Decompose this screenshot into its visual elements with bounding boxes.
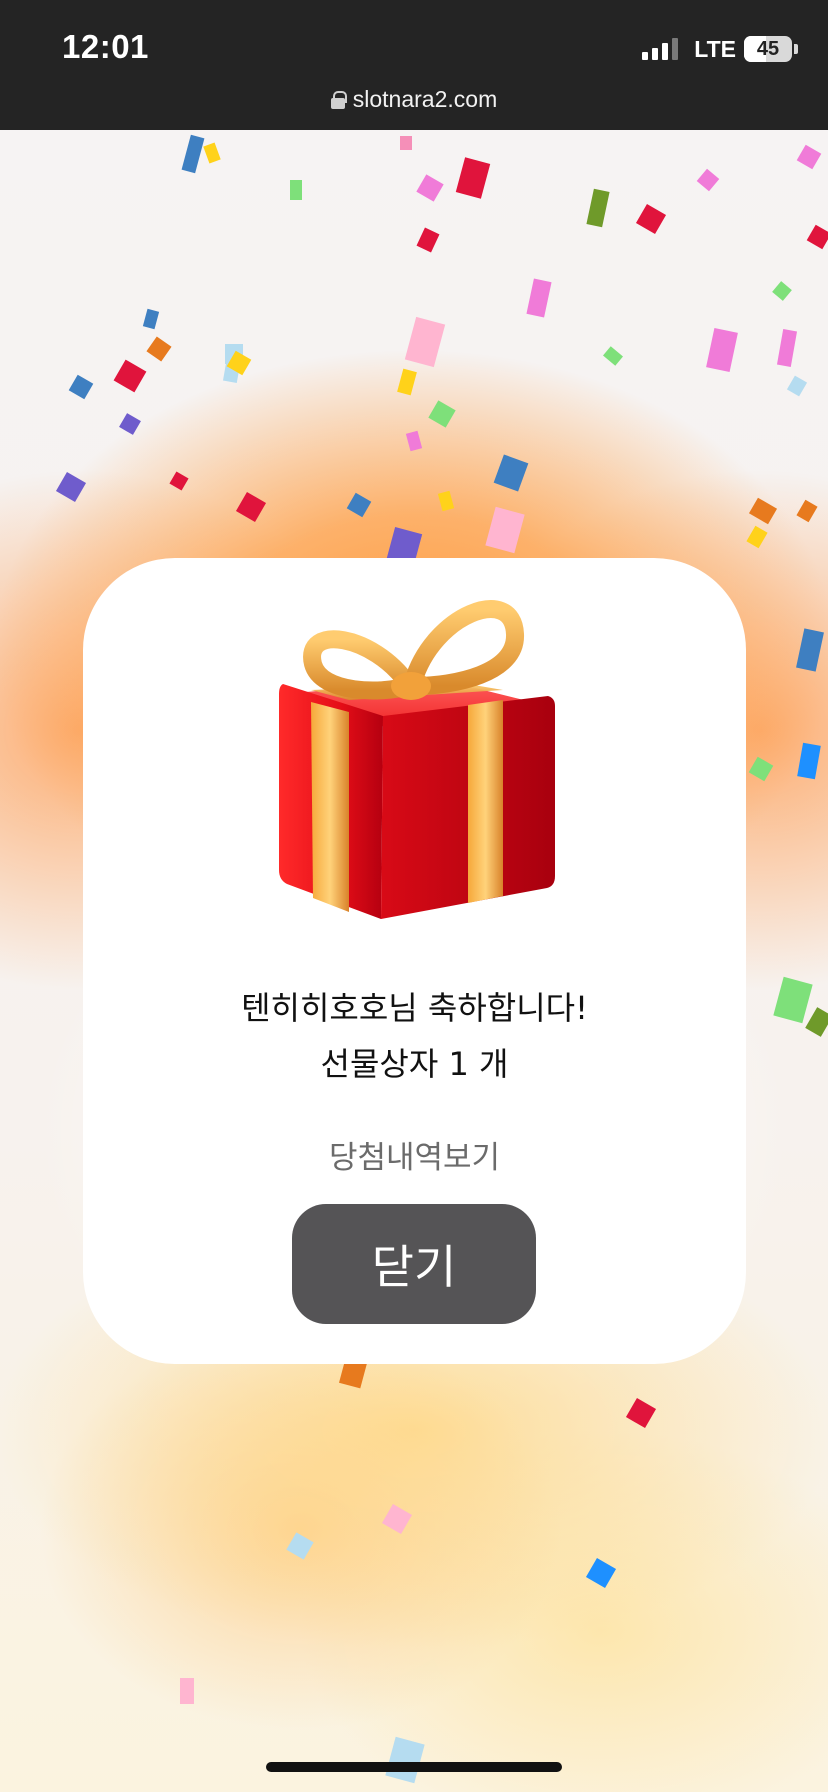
confetti-piece (796, 628, 824, 672)
confetti-piece (416, 227, 440, 253)
confetti-piece (625, 1397, 657, 1429)
address-bar[interactable]: slotnara2.com (0, 86, 828, 113)
confetti-piece (180, 1678, 194, 1704)
confetti-piece (585, 1557, 617, 1589)
confetti-piece (404, 316, 446, 368)
confetti-piece (119, 413, 141, 435)
confetti-piece (113, 359, 147, 393)
confetti-piece (706, 327, 738, 373)
close-button[interactable]: 닫기 (292, 1204, 536, 1324)
browser-top-bar: 12:01 LTE 45 slotnara2.com (0, 0, 828, 130)
confetti-piece (586, 188, 610, 228)
confetti-piece (748, 497, 778, 525)
confetti-piece (806, 224, 828, 250)
confetti-piece (55, 471, 87, 503)
confetti-piece (416, 174, 444, 202)
confetti-piece (797, 742, 821, 780)
lock-icon (330, 91, 347, 109)
confetti-piece (68, 374, 94, 400)
confetti-piece (485, 506, 525, 554)
confetti-piece (290, 180, 302, 200)
confetti-piece (397, 368, 417, 396)
confetti-piece (428, 400, 456, 428)
battery-level: 45 (756, 37, 780, 60)
confetti-piece (772, 281, 792, 301)
confetti-piece (346, 492, 372, 518)
confetti-piece (635, 203, 667, 235)
confetti-piece (142, 308, 160, 330)
confetti-piece (526, 278, 552, 318)
confetti-piece (169, 471, 189, 491)
confetti-piece (773, 976, 813, 1024)
confetti-piece (746, 525, 768, 549)
confetti-piece (400, 136, 412, 150)
confetti-piece (381, 1503, 413, 1535)
confetti-piece (748, 756, 774, 782)
confetti-piece (181, 134, 205, 174)
view-history-link[interactable]: 당첨내역보기 (83, 1132, 746, 1177)
confetti-piece (796, 144, 822, 170)
confetti-piece (405, 430, 423, 452)
status-time: 12:01 (62, 28, 149, 65)
confetti-piece (146, 336, 172, 362)
confetti-piece (696, 168, 720, 192)
confetti-piece (385, 1736, 425, 1784)
battery-icon: 45 (744, 36, 792, 62)
gift-box-icon (263, 594, 563, 924)
congrats-message: 텐히히호호님 축하합니다! 선물상자 1 개 (83, 980, 746, 1092)
confetti-piece (437, 490, 455, 512)
confetti-piece (805, 1007, 828, 1037)
confetti-piece (286, 1532, 314, 1560)
confetti-piece (235, 491, 267, 523)
cellular-signal-icon (642, 38, 679, 60)
home-indicator (266, 1762, 562, 1772)
url-text: slotnara2.com (352, 86, 498, 112)
confetti-piece (493, 454, 529, 492)
prize-line: 선물상자 1 개 (320, 1045, 509, 1083)
confetti-piece (786, 375, 808, 397)
reward-modal: 텐히히호호님 축하합니다! 선물상자 1 개 당첨내역보기 닫기 (83, 558, 746, 1364)
congrats-line: 텐히히호호님 축하합니다! (241, 989, 588, 1027)
confetti-piece (776, 329, 798, 367)
network-type: LTE (694, 35, 736, 62)
status-indicators: LTE 45 (642, 34, 798, 64)
confetti-piece (455, 157, 491, 199)
confetti-piece (603, 346, 623, 366)
battery-tip (794, 44, 798, 54)
confetti-piece (796, 499, 818, 523)
confetti-piece (203, 142, 221, 164)
